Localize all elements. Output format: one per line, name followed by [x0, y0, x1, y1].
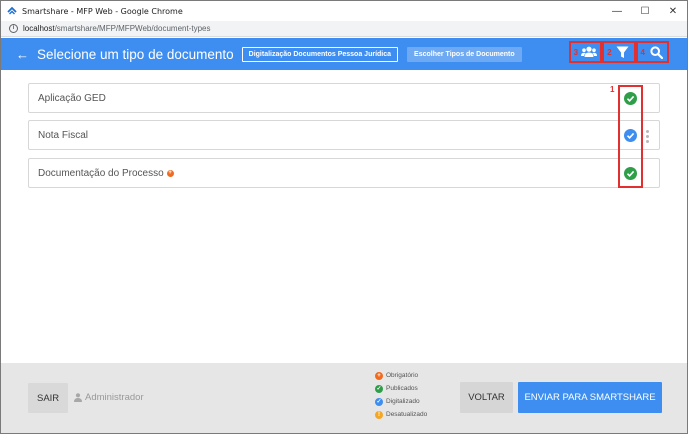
outdated-warning-icon: !	[375, 410, 383, 419]
url-path: /smartshare/MFP/MFPWeb/document-types	[54, 24, 211, 33]
document-label: Aplicação GED	[38, 92, 106, 104]
annotation-1: 1	[610, 85, 615, 94]
user-info: Administrador	[74, 392, 144, 403]
filter-action-box: 2	[602, 41, 636, 63]
smartshare-logo-icon	[7, 6, 17, 15]
back-button[interactable]: VOLTAR	[460, 382, 513, 413]
url-text[interactable]: localhost/smartshare/MFP/MFPWeb/document…	[23, 24, 210, 33]
document-label: Nota Fiscal	[38, 129, 89, 141]
scanned-check-icon: ✓	[375, 397, 383, 406]
header-actions: 3 2 4	[568, 41, 669, 67]
document-card-documentacao-processo[interactable]: Documentação do Processo +	[28, 158, 660, 188]
legend-published: ✓ Publicados	[375, 384, 427, 393]
page-header: ← Selecione um tipo de documento Digital…	[1, 38, 687, 70]
document-label: Documentação do Processo +	[38, 168, 174, 179]
legend-outdated: ! Desatualizado	[375, 410, 427, 419]
window-title: Smartshare - MFP Web - Google Chrome	[22, 6, 183, 16]
legend-label: Obrigatório	[386, 372, 419, 379]
status-column-highlight	[618, 85, 643, 188]
required-icon: +	[375, 371, 383, 380]
title-bar: Smartshare - MFP Web - Google Chrome — ☐…	[1, 1, 687, 21]
filter-icon[interactable]	[615, 45, 631, 59]
user-icon	[74, 393, 82, 402]
browser-window: Smartshare - MFP Web - Google Chrome — ☐…	[0, 0, 688, 434]
info-icon[interactable]: i	[9, 24, 18, 33]
legend-label: Desatualizado	[386, 411, 428, 418]
annotation-4: 4	[640, 47, 645, 57]
url-host: localhost	[23, 24, 55, 33]
published-check-icon: ✓	[375, 384, 383, 393]
window-controls: — ☐ ✕	[603, 1, 687, 21]
page-title: Selecione um tipo de documento	[37, 46, 234, 62]
legend-label: Digitalizado	[386, 398, 420, 405]
send-to-smartshare-button[interactable]: ENVIAR PARA SMARTSHARE	[518, 382, 662, 413]
legend-scanned: ✓ Digitalizado	[375, 397, 427, 406]
search-icon[interactable]	[648, 45, 664, 59]
exit-button[interactable]: SAIR	[28, 383, 69, 413]
document-card-nota-fiscal[interactable]: Nota Fiscal	[28, 120, 660, 150]
required-icon: +	[166, 169, 174, 177]
users-action-box: 3	[568, 41, 603, 63]
document-card-aplicacao-ged[interactable]: Aplicação GED	[28, 83, 660, 113]
breadcrumb-current-process[interactable]: Digitalização Documentos Pessoa Jurídica	[241, 46, 399, 62]
status-legend: + Obrigatório ✓ Publicados ✓ Digitalizad…	[375, 371, 427, 419]
minimize-button[interactable]: —	[603, 1, 631, 21]
back-arrow-icon[interactable]: ←	[16, 47, 30, 62]
annotation-3: 3	[573, 47, 579, 57]
legend-label: Publicados	[386, 385, 418, 392]
search-action-box: 4	[635, 41, 669, 63]
annotation-2: 2	[607, 47, 612, 57]
footer-bar: SAIR Administrador + Obrigatório ✓ Publi…	[1, 363, 687, 433]
address-bar[interactable]: i localhost/smartshare/MFP/MFPWeb/docume…	[1, 21, 687, 37]
document-label-text: Documentação do Processo	[38, 167, 164, 179]
more-options-icon[interactable]	[646, 130, 650, 143]
maximize-button[interactable]: ☐	[631, 1, 659, 21]
user-name: Administrador	[85, 392, 144, 403]
legend-required: + Obrigatório	[375, 371, 427, 380]
document-type-list: Aplicação GED Nota Fiscal Documentação d…	[1, 70, 687, 363]
close-button[interactable]: ✕	[659, 1, 687, 21]
users-icon[interactable]	[581, 45, 598, 59]
breadcrumb-choose-document-types[interactable]: Escolher Tipos de Documento	[407, 46, 522, 62]
